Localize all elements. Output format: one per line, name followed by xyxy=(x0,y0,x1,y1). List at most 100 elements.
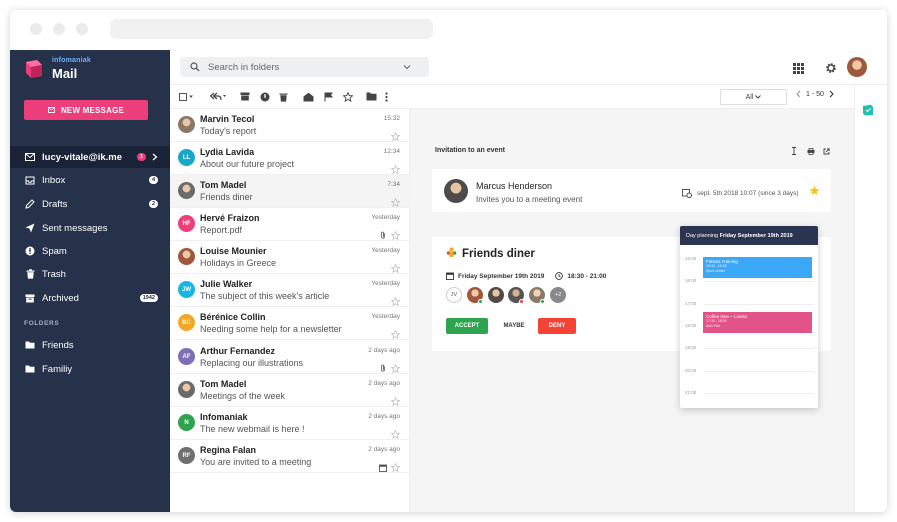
sidebar-item-label: Spam xyxy=(42,245,67,257)
sidebar-account[interactable]: lucy-vitale@ik.me 1 xyxy=(10,146,170,168)
message-row[interactable]: LL Lydia Lavida About our future project 12… xyxy=(170,142,410,175)
user-avatar[interactable] xyxy=(847,57,867,77)
message-row[interactable]: RF Regina Falan You are invited to a meeti… xyxy=(170,440,410,473)
calendar-app-icon[interactable] xyxy=(862,104,874,116)
event-date: Friday September 19th 2019 xyxy=(458,272,545,280)
text-cursor-icon[interactable] xyxy=(791,147,797,155)
trash-icon xyxy=(25,269,35,279)
folder-friends[interactable]: Friends xyxy=(10,334,170,356)
sidebar-item-archived[interactable]: Archived 1942 xyxy=(10,287,170,309)
message-sender: Regina Falan xyxy=(200,445,257,455)
star-icon[interactable] xyxy=(390,426,401,440)
star-icon[interactable] xyxy=(390,393,401,407)
message-row[interactable]: Marvin Tecol Today's report 15:32 xyxy=(170,109,410,142)
message-row[interactable]: N Infomaniak The new webmail is here ! 2 da… xyxy=(170,407,410,440)
message-subject: Holidays in Greece xyxy=(200,258,277,268)
planner-event-place: Irish Pub xyxy=(706,324,720,328)
chevron-right-icon[interactable] xyxy=(152,153,158,161)
window-dot-minimize[interactable] xyxy=(53,23,65,35)
archive-icon xyxy=(25,293,35,303)
pagination: 1 - 50 xyxy=(796,90,834,98)
window-dot-maximize[interactable] xyxy=(76,23,88,35)
message-row[interactable]: JW Julie Walker The subject of this week's… xyxy=(170,274,410,307)
star-icon[interactable] xyxy=(390,360,401,374)
planner-hour-label: 19:00 xyxy=(685,345,697,351)
gear-icon[interactable] xyxy=(824,61,838,75)
flag-icon[interactable] xyxy=(323,91,334,102)
planner-event-fitness[interactable]: Fitness Training 15:30 - 16:30 Sport cen… xyxy=(703,257,812,278)
planner-event-coffee[interactable]: Coffee time – Louise 17:30 - 18:30 Irish… xyxy=(703,312,812,333)
sidebar-item-trash[interactable]: Trash xyxy=(10,263,170,285)
folder-familiy[interactable]: Familiy xyxy=(10,358,170,380)
planner-hour-label: 20:00 xyxy=(685,367,697,373)
sender-initials-avatar: AF xyxy=(178,348,195,365)
open-external-icon[interactable] xyxy=(823,148,830,155)
message-row[interactable]: BC Bérénice Collin Needing some help for a… xyxy=(170,307,410,340)
sender-photo-avatar xyxy=(178,116,195,133)
chevron-right-icon[interactable] xyxy=(829,90,834,98)
trash-icon[interactable] xyxy=(278,91,289,102)
message-row[interactable]: AF Arthur Fernandez Replacing our illustra… xyxy=(170,341,410,374)
star-icon[interactable] xyxy=(390,194,401,208)
sidebar-item-inbox[interactable]: Inbox 4 xyxy=(10,169,170,191)
star-icon[interactable] xyxy=(390,459,401,473)
message-subject: The subject of this week's article xyxy=(200,291,330,301)
more-options-icon[interactable] xyxy=(384,91,389,102)
sidebar: infomaniak Mail NEW MESSAGE lucy-vitale@… xyxy=(10,50,170,512)
star-icon[interactable] xyxy=(390,227,401,241)
side-panel xyxy=(854,85,887,512)
address-bar[interactable] xyxy=(110,19,433,39)
filter-select[interactable]: All xyxy=(720,89,787,105)
top-bar: Search in folders xyxy=(170,50,887,85)
message-sender: Tom Madel xyxy=(200,379,247,389)
star-filled-icon[interactable] xyxy=(809,185,820,196)
new-message-button[interactable]: NEW MESSAGE xyxy=(24,100,148,120)
sidebar-item-drafts[interactable]: Drafts 2 xyxy=(10,193,170,215)
move-folder-icon[interactable] xyxy=(366,91,377,102)
message-sender: Louise Mounier xyxy=(200,246,267,256)
message-row[interactable]: Tom Madel Meetings of the week 2 days ago xyxy=(170,374,410,407)
account-unread-badge: 1 xyxy=(136,153,146,161)
message-row[interactable]: HF Hervé Fraizon Report.pdf Yesterday xyxy=(170,208,410,241)
accept-button[interactable]: ACCEPT xyxy=(446,318,488,334)
reading-pane: Invitation to an event Marcus Henderson … xyxy=(410,109,854,512)
message-subject: Report.pdf xyxy=(200,225,243,235)
archive-icon[interactable] xyxy=(239,91,250,102)
star-icon[interactable] xyxy=(342,91,353,102)
select-all-checkbox[interactable] xyxy=(179,91,195,102)
spam-icon[interactable] xyxy=(259,91,270,102)
star-icon[interactable] xyxy=(390,128,401,142)
more-attendees-badge[interactable]: +2 xyxy=(550,287,566,303)
status-denied-dot xyxy=(519,299,524,304)
star-icon[interactable] xyxy=(390,161,401,175)
browser-chrome xyxy=(10,10,887,50)
print-icon[interactable] xyxy=(807,148,815,155)
chevron-down-icon[interactable] xyxy=(403,64,411,70)
deny-button[interactable]: DENY xyxy=(538,318,576,334)
sidebar-item-label: Inbox xyxy=(42,174,66,186)
pager-range: 1 - 50 xyxy=(806,90,824,98)
search-input[interactable]: Search in folders xyxy=(180,57,429,77)
account-email: lucy-vitale@ik.me xyxy=(42,151,123,163)
planner-header: Day planning Friday September 19th 2019 xyxy=(680,226,818,245)
filter-value: All xyxy=(745,93,754,101)
message-toolbar: All 1 - 50 xyxy=(170,85,854,109)
event-meta: Friday September 19th 2019 18:30 - 21:00 xyxy=(446,272,606,280)
mark-read-icon[interactable] xyxy=(303,91,314,102)
sidebar-item-sent[interactable]: Sent messages xyxy=(10,217,170,239)
reply-all-icon[interactable] xyxy=(210,91,226,102)
chevron-left-icon[interactable] xyxy=(796,90,801,98)
planner-hour-line xyxy=(704,370,814,372)
message-row[interactable]: Louise Mounier Holidays in Greece Yesterda… xyxy=(170,241,410,274)
calendar-icon xyxy=(446,272,454,280)
star-icon[interactable] xyxy=(390,260,401,274)
maybe-button[interactable]: MAYBE xyxy=(493,318,535,334)
sender-photo-avatar xyxy=(178,182,195,199)
calendar-icon xyxy=(379,459,387,472)
window-dot-close[interactable] xyxy=(30,23,42,35)
message-row[interactable]: Tom Madel Friends diner 7:34 xyxy=(170,175,410,208)
star-icon[interactable] xyxy=(390,326,401,340)
sidebar-item-spam[interactable]: Spam xyxy=(10,240,170,262)
star-icon[interactable] xyxy=(390,293,401,307)
apps-grid-icon[interactable] xyxy=(791,61,805,75)
